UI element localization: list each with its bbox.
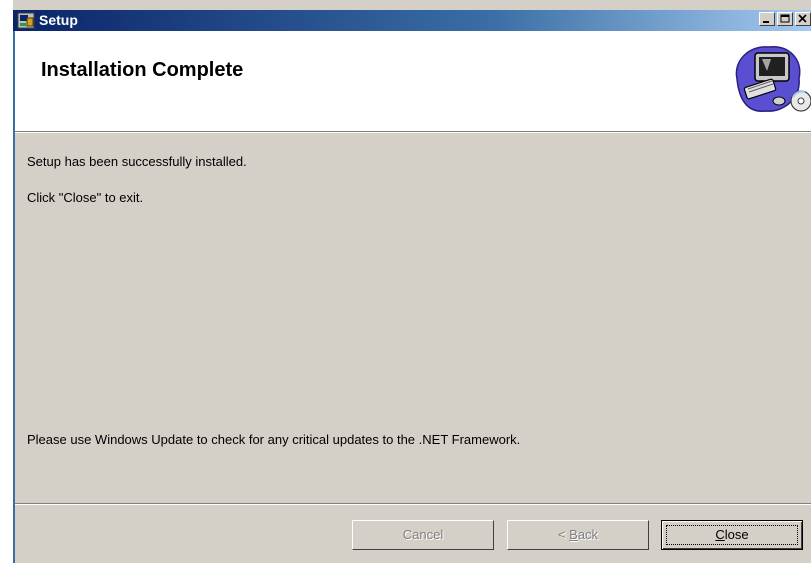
maximize-icon <box>780 14 790 23</box>
title-bar-controls <box>759 12 811 26</box>
minimize-icon <box>763 21 769 23</box>
setup-app-icon[interactable] <box>17 12 35 29</box>
computer-cd-icon <box>735 46 811 112</box>
close-window-button[interactable] <box>795 12 811 26</box>
instruction-message: Click "Close" to exit. <box>27 190 144 205</box>
close-button-label: Close <box>715 527 749 542</box>
footer-separator <box>15 503 811 505</box>
page-title: Installation Complete <box>41 59 244 81</box>
cancel-button[interactable]: Cancel <box>352 520 494 550</box>
header-banner: Installation Complete <box>15 31 811 131</box>
maximize-button[interactable] <box>777 12 793 26</box>
cancel-button-label: Cancel <box>402 527 444 542</box>
title-bar[interactable] <box>13 10 811 31</box>
status-message: Setup has been successfully installed. <box>27 154 247 169</box>
window-title: Setup <box>39 12 78 28</box>
back-button[interactable]: < Back <box>507 520 649 550</box>
close-button[interactable]: Close <box>661 520 803 550</box>
update-notice: Please use Windows Update to check for a… <box>27 432 521 447</box>
setup-window: Setup Installation Complete Setup has be… <box>0 0 811 563</box>
back-button-label: < Back <box>557 527 599 542</box>
minimize-button[interactable] <box>759 12 775 26</box>
desktop-strip <box>0 0 13 563</box>
close-icon <box>798 14 807 23</box>
header-separator <box>15 131 811 133</box>
